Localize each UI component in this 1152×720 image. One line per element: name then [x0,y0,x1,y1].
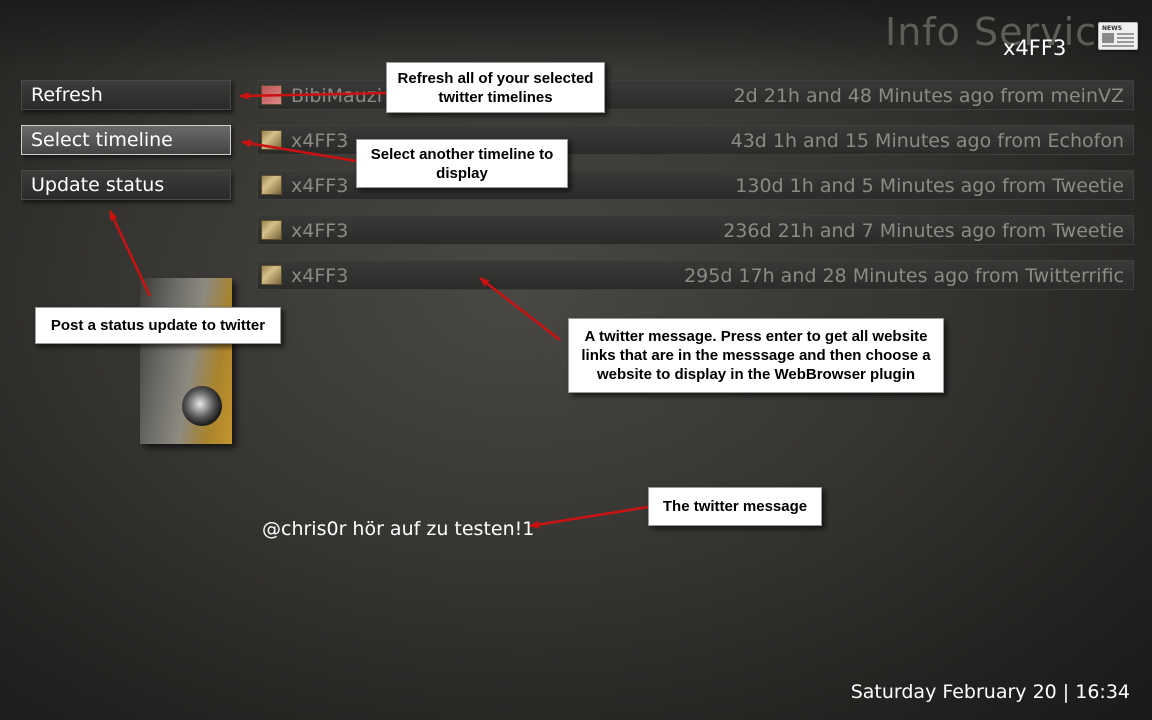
arrow-refresh [239,91,387,100]
callout-twitter-message-row: A twitter message. Press enter to get al… [568,318,944,393]
callout-update-status: Post a status update to twitter [35,307,281,344]
arrow-select-timeline [241,139,357,163]
callout-select-timeline: Select another timeline to display [356,139,568,188]
callout-refresh: Refresh all of your selected twitter tim… [386,62,605,113]
arrow-message-row [479,277,561,341]
arrow-update-status [108,210,152,297]
arrow-message-text [529,505,649,529]
callout-message-text: The twitter message [648,487,822,526]
